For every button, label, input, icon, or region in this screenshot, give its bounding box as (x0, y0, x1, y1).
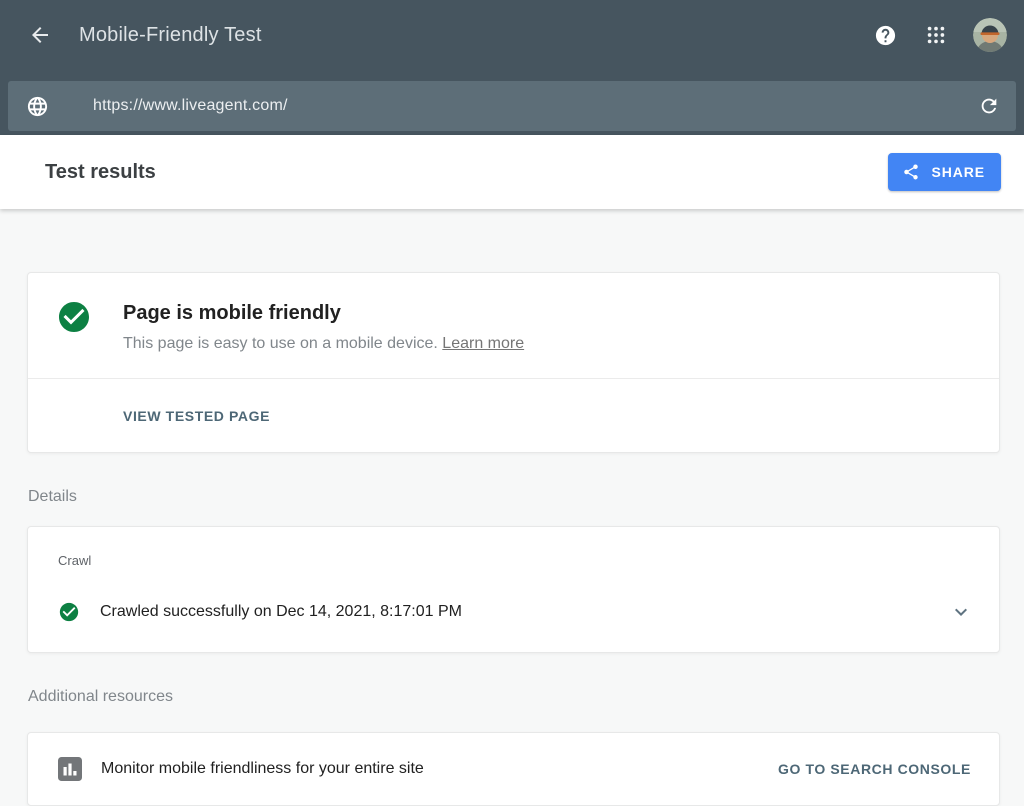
bar-chart-icon (58, 757, 82, 781)
user-avatar[interactable] (973, 18, 1007, 52)
crawl-success-check-icon (58, 601, 80, 623)
resource-card: Monitor mobile friendliness for your ent… (27, 732, 1000, 806)
app-bar-actions (846, 18, 1007, 52)
page-title: Test results (45, 161, 156, 184)
crawl-status-text: Crawled successfully on Dec 14, 2021, 8:… (100, 603, 462, 621)
go-to-search-console-button[interactable]: GO TO SEARCH CONSOLE (778, 761, 971, 777)
url-bar-section: https://www.liveagent.com/ (0, 70, 1024, 135)
url-field[interactable]: https://www.liveagent.com/ (8, 81, 1016, 131)
share-icon (902, 163, 931, 181)
refresh-button[interactable] (978, 95, 1000, 117)
result-status-description: This page is easy to use on a mobile dev… (123, 335, 524, 353)
back-button[interactable] (28, 23, 52, 47)
result-status-title: Page is mobile friendly (123, 302, 524, 325)
result-card-footer: VIEW TESTED PAGE (28, 379, 999, 452)
result-description-text: This page is easy to use on a mobile dev… (123, 335, 438, 352)
share-button[interactable]: SHARE (888, 153, 1001, 191)
user-photo-icon (973, 18, 1007, 52)
apps-grid-button[interactable] (925, 24, 947, 46)
view-tested-page-button[interactable]: VIEW TESTED PAGE (123, 408, 270, 424)
content-area: Page is mobile friendly This page is eas… (0, 209, 1024, 806)
result-text-block: Page is mobile friendly This page is eas… (123, 299, 524, 353)
results-header-bar: Test results SHARE (0, 135, 1024, 209)
result-card: Page is mobile friendly This page is eas… (27, 272, 1000, 453)
success-check-icon (56, 299, 92, 335)
additional-resources-heading: Additional resources (28, 688, 1000, 706)
help-icon (874, 24, 897, 47)
result-status-row: Page is mobile friendly This page is eas… (28, 273, 999, 379)
globe-icon (26, 95, 49, 118)
crawl-group-label: Crawl (58, 553, 999, 568)
refresh-icon (978, 95, 1000, 117)
chevron-down-icon[interactable] (949, 600, 973, 624)
share-button-label: SHARE (931, 164, 985, 180)
details-heading: Details (28, 488, 1000, 506)
learn-more-link[interactable]: Learn more (442, 335, 524, 352)
app-title: Mobile-Friendly Test (79, 24, 262, 47)
crawl-status-row[interactable]: Crawled successfully on Dec 14, 2021, 8:… (28, 600, 999, 652)
url-input[interactable]: https://www.liveagent.com/ (93, 97, 288, 115)
apps-grid-icon (925, 24, 947, 46)
help-button[interactable] (874, 24, 897, 47)
resource-text: Monitor mobile friendliness for your ent… (101, 760, 424, 778)
crawl-card: Crawl Crawled successfully on Dec 14, 20… (27, 526, 1000, 653)
app-bar: Mobile-Friendly Test (0, 0, 1024, 70)
arrow-left-icon (28, 23, 52, 47)
